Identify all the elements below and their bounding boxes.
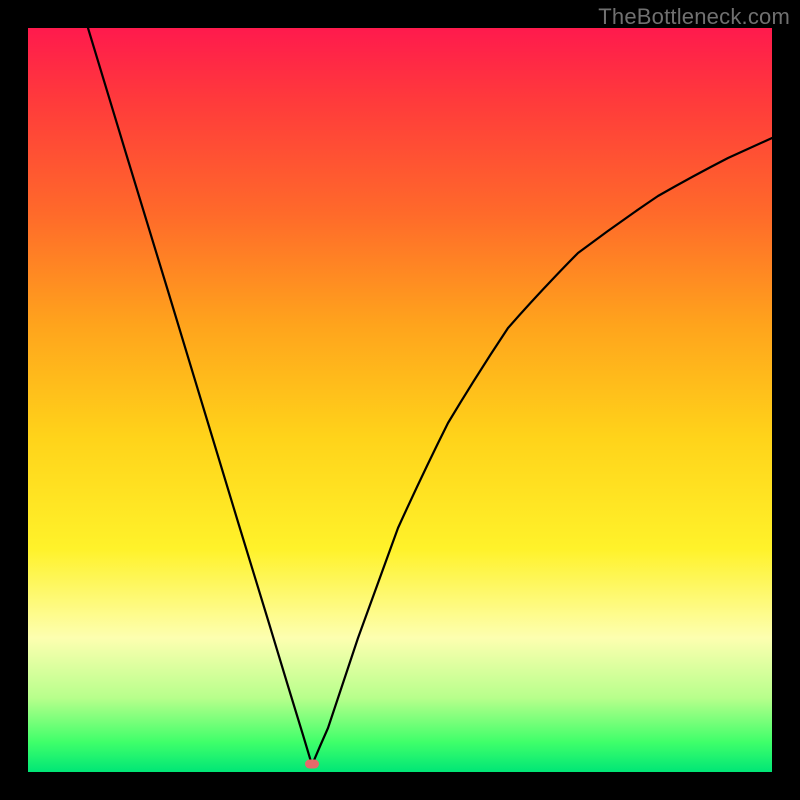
- bottleneck-curve: [28, 28, 772, 772]
- minimum-marker: [305, 760, 319, 769]
- curve-path: [88, 28, 772, 765]
- chart-frame: TheBottleneck.com: [0, 0, 800, 800]
- watermark-text: TheBottleneck.com: [598, 4, 790, 30]
- plot-area: [28, 28, 772, 772]
